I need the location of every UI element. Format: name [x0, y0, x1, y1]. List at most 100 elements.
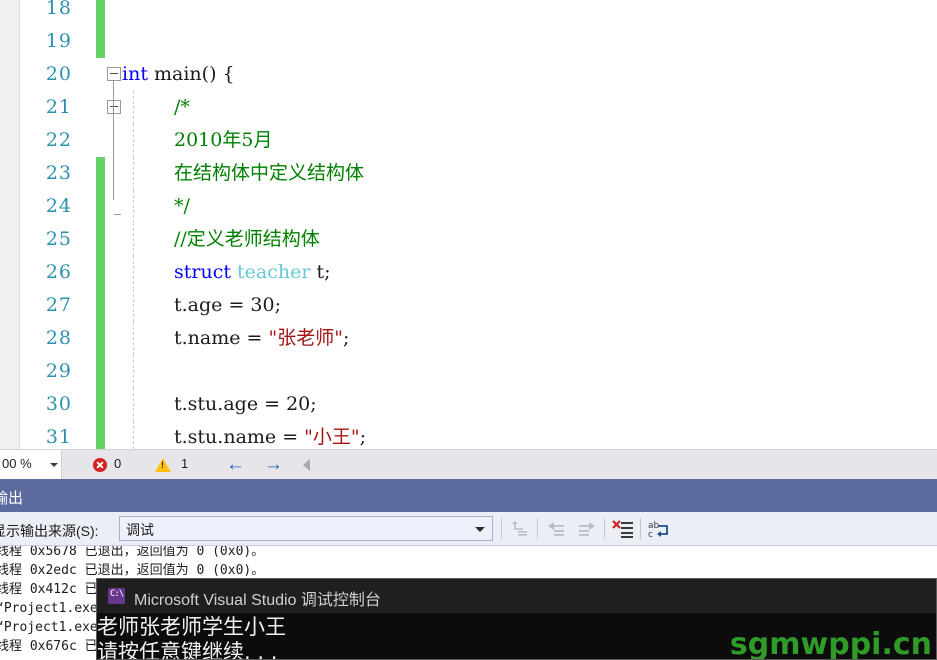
code-token: "张老师": [268, 327, 343, 349]
console-icon-glyph: C:\: [110, 589, 124, 599]
output-panel-toolbar: 显示输出来源(S): 调试 ab c: [0, 512, 937, 546]
change-indicator-bar: [96, 157, 105, 190]
change-indicator-bar: [96, 58, 105, 91]
code-text: t.name = "张老师";: [174, 322, 349, 355]
code-line[interactable]: 23 在结构体中定义结构体: [0, 157, 937, 190]
code-token: ;: [359, 426, 367, 448]
indent-guide: [133, 91, 134, 124]
outline-connector: [113, 91, 114, 124]
code-line[interactable]: 24 */: [0, 190, 937, 223]
code-line[interactable]: 20 int main() {: [0, 58, 937, 91]
line-number: 19: [45, 30, 72, 52]
code-token: "小王": [304, 426, 360, 448]
outline-connector: [113, 157, 114, 190]
code-token: () {: [201, 63, 235, 85]
find-message-source-glyph: [512, 521, 527, 536]
toggle-word-wrap-icon[interactable]: ab c: [645, 517, 673, 541]
code-text: t.stu.name = "小王";: [174, 421, 366, 449]
indent-guide: [133, 322, 134, 355]
code-line[interactable]: 30 t.stu.age = 20;: [0, 388, 937, 421]
collapse-region-icon[interactable]: [107, 100, 121, 114]
change-indicator-bar: [96, 421, 105, 449]
svg-text:c: c: [648, 530, 653, 540]
collapse-region-icon[interactable]: [107, 67, 121, 81]
code-token: /*: [174, 96, 190, 118]
zoom-level-value: 00 %: [2, 456, 32, 471]
line-number: 28: [45, 327, 72, 349]
code-line[interactable]: 28 t.name = "张老师";: [0, 322, 937, 355]
indent-guide: [133, 289, 134, 322]
line-number: 22: [45, 129, 72, 151]
code-line[interactable]: 18: [0, 0, 937, 25]
code-token: t;: [316, 261, 331, 283]
line-number: 27: [45, 294, 72, 316]
indent-guide: [133, 157, 134, 190]
line-number: 30: [45, 393, 72, 415]
output-line: 线程 0x5678 已退出，返回值为 0 (0x0)。: [0, 546, 265, 559]
toolbar-separator: [640, 518, 641, 539]
code-token: t.name =: [174, 327, 269, 349]
go-to-previous-message-icon[interactable]: [542, 517, 570, 541]
code-editor[interactable]: 18 19 20 int main() {21 /* 22 2010年5月 23 在结构体中定义…: [0, 0, 937, 449]
chevron-down-icon[interactable]: [475, 527, 485, 532]
find-message-source-icon[interactable]: [506, 517, 534, 541]
navigate-back-arrow-icon[interactable]: ←: [226, 455, 245, 474]
output-source-label: 显示输出来源(S):: [0, 523, 99, 539]
code-line[interactable]: 27 t.age = 30;: [0, 289, 937, 322]
arrow-left-glyph: [548, 522, 564, 536]
console-title-text: Microsoft Visual Studio 调试控制台: [134, 592, 381, 609]
error-count: 0: [114, 456, 122, 471]
code-token: int: [122, 63, 154, 85]
code-line[interactable]: 31 t.stu.name = "小王";: [0, 421, 937, 449]
change-indicator-bar: [96, 355, 105, 388]
watermark-text: sgmwppi.cn: [729, 627, 932, 660]
indent-guide: [133, 223, 134, 256]
go-to-next-message-icon[interactable]: [573, 517, 601, 541]
navigate-forward-arrow-icon[interactable]: →: [264, 455, 283, 474]
code-line[interactable]: 25 //定义老师结构体: [0, 223, 937, 256]
code-line[interactable]: 29: [0, 355, 937, 388]
code-token: struct: [174, 261, 238, 283]
code-line[interactable]: 22 2010年5月: [0, 124, 937, 157]
editor-status-bar: 00 % 0 1 ← →: [0, 449, 937, 479]
output-panel-header: 输出: [0, 479, 937, 512]
console-line: 请按任意键继续. . .: [97, 640, 278, 660]
line-number: 20: [45, 63, 72, 85]
code-token: */: [174, 195, 190, 217]
indent-guide: [133, 190, 134, 223]
output-source-select[interactable]: 调试: [119, 516, 493, 541]
code-line[interactable]: 21 /*: [0, 91, 937, 124]
indent-guide: [133, 124, 134, 157]
change-indicator-bar: [96, 223, 105, 256]
zoom-level-control[interactable]: 00 %: [0, 450, 62, 479]
console-output-area: 老师张老师学生小王 请按任意键继续. . . sgmwppi.cn: [97, 613, 936, 659]
code-token: //定义老师结构体: [174, 228, 320, 250]
arrow-right-glyph: [579, 522, 595, 536]
toolbar-separator: [501, 518, 502, 539]
outline-connector: [113, 124, 114, 157]
change-indicator-bar: [96, 91, 105, 124]
line-number: 25: [45, 228, 72, 250]
scroll-left-icon[interactable]: [303, 459, 310, 471]
line-number: 24: [45, 195, 72, 217]
line-number: 21: [45, 96, 72, 118]
console-title-bar[interactable]: C:\ Microsoft Visual Studio 调试控制台: [97, 579, 936, 613]
change-indicator-bar: [96, 388, 105, 421]
code-token: teacher: [237, 261, 317, 283]
change-indicator-bar: [96, 124, 105, 157]
debug-console-window[interactable]: C:\ Microsoft Visual Studio 调试控制台 老师张老师学…: [96, 578, 937, 660]
visual-studio-window: 18 19 20 int main() {21 /* 22 2010年5月 23 在结构体中定义…: [0, 0, 937, 660]
change-indicator-bar: [96, 190, 105, 223]
chevron-down-icon[interactable]: [50, 463, 58, 467]
code-text: t.stu.age = 20;: [174, 388, 317, 421]
line-number: 18: [45, 0, 72, 19]
code-line[interactable]: 19: [0, 25, 937, 58]
warning-icon: [155, 458, 171, 472]
code-token: t.age = 30;: [174, 294, 281, 316]
code-text: t.age = 30;: [174, 289, 281, 322]
code-line[interactable]: 26 struct teacher t;: [0, 256, 937, 289]
clear-all-icon[interactable]: [609, 517, 637, 541]
indent-guide: [133, 388, 134, 421]
code-text: 2010年5月: [174, 124, 272, 157]
code-text: 在结构体中定义结构体: [174, 157, 364, 190]
